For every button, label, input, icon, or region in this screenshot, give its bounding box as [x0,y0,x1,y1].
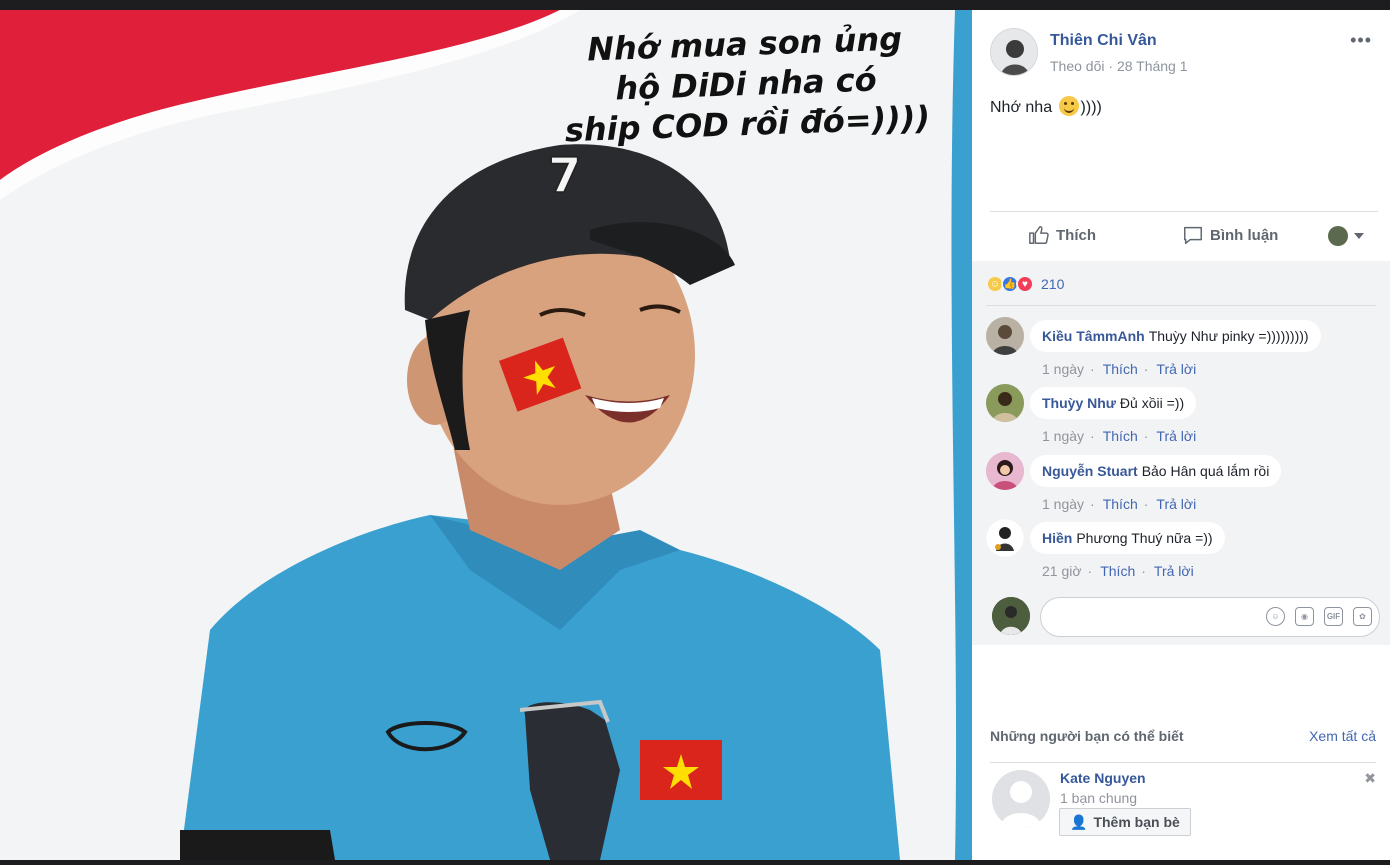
comment-like-link[interactable]: Thích [1103,428,1138,444]
author-name[interactable]: Thiên Chi Vân [1050,32,1157,50]
post-sidebar: Thiên Chi Vân Theo dõi · 28 Tháng 1 ••• … [972,10,1390,860]
camera-icon[interactable]: ◉ [1295,607,1314,626]
comment-like-link[interactable]: Thích [1100,563,1135,579]
person-avatar[interactable] [992,770,1050,828]
commenter-avatar[interactable] [986,384,1024,422]
comment-label: Bình luận [1210,226,1279,244]
post-actions: Thích Bình luận [990,211,1378,261]
meta-dot: · [1090,496,1095,512]
mutual-friends[interactable]: 1 bạn chung [1060,790,1137,806]
comment-text: Bảo Hân quá lắm rồi [1141,463,1270,479]
smile-emoji-icon [1058,96,1079,116]
close-icon[interactable]: ✖ [1364,770,1376,787]
meta-dot: · [1143,428,1149,444]
post-date[interactable]: 28 Tháng 1 [1117,58,1188,74]
reaction-count[interactable]: 210 [1041,276,1064,292]
person-name[interactable]: Kate Nguyen [1060,770,1146,786]
add-friend-icon: 👤 [1070,813,1088,830]
gif-icon[interactable]: GIF [1324,607,1343,626]
author-avatar[interactable] [990,28,1038,76]
sticker-icon[interactable]: ✿ [1353,607,1372,626]
comment-item: Nguyễn Stuart Bảo Hân quá lắm rồi 1 ngày ·… [986,452,1376,518]
see-all-link[interactable]: Xem tất cả [1309,728,1376,744]
meta-dot: · [1090,428,1095,444]
comment-meta: 1 ngày · Thích · Trả lời [1042,428,1196,444]
svg-text:7: 7 [548,148,581,204]
top-bar [0,0,1390,10]
post-photo[interactable]: 7 Nhớ mua son ủng hộ DiDi nha có ship CO… [0,10,972,860]
comment-text: Phương Thuý nữa =)) [1076,530,1213,546]
comment-button[interactable]: Bình luận [1182,224,1278,246]
commenter-avatar[interactable] [986,452,1024,490]
meta-dot: · [1087,563,1093,579]
meta-separator: · [1108,58,1117,74]
divider [990,762,1376,763]
comment-bubble: Thuỳy Như Đủ xồii =)) [1030,387,1197,419]
commenter-name[interactable]: Hiền [1042,530,1072,546]
suggestions-title: Những người bạn có thể biết [990,728,1184,744]
like-button[interactable]: Thích [1028,224,1096,246]
comment-text: Đủ xồii =)) [1119,395,1185,411]
add-friend-label: Thêm bạn bè [1093,814,1180,830]
comment-bubble: Nguyễn Stuart Bảo Hân quá lắm rồi [1030,455,1282,487]
comment-meta: 1 ngày · Thích · Trả lời [1042,361,1196,377]
comment-item: Kiều TâmmAnh Thuỳy Như pinky =))))))))) 1… [986,317,1376,383]
thumbs-up-icon [1029,226,1049,244]
comment-bubble: Kiều TâmmAnh Thuỳy Như pinky =))))))))) [1030,320,1321,352]
commenter-avatar[interactable] [986,519,1024,557]
comment-meta: 1 ngày · Thích · Trả lời [1042,496,1196,512]
comment-time[interactable]: 1 ngày [1042,496,1084,512]
commenter-name[interactable]: Nguyễn Stuart [1042,463,1138,479]
commenter-avatar[interactable] [986,317,1024,355]
audience-selector[interactable] [1328,226,1364,246]
commenter-name[interactable]: Kiều TâmmAnh [1042,328,1145,344]
people-you-may-know: Những người bạn có thể biết Xem tất cả K… [990,728,1376,836]
like-label: Thích [1056,226,1096,244]
more-options-icon[interactable]: ••• [1350,30,1372,51]
comment-meta: 21 giờ · Thích · Trả lời [1042,563,1194,579]
comment-text: Thuỳy Như pinky =))))))))) [1148,328,1309,344]
add-friend-button[interactable]: 👤 Thêm bạn bè [1059,808,1191,836]
comments-section: ☺ 👍 ♥ 210 Kiều TâmmAnh Thuỳy Như pinky =)… [972,261,1390,645]
post-text-start: Nhớ nha [990,99,1053,116]
post-text-end: )))) [1080,99,1102,116]
suggested-person: Kate Nguyen 1 bạn chung 👤 Thêm bạn bè ✖ [990,770,1378,850]
post-header: Thiên Chi Vân Theo dõi · 28 Tháng 1 ••• [990,28,1376,78]
comment-reply-link[interactable]: Trả lời [1154,563,1194,579]
post-meta: Theo dõi · 28 Tháng 1 [1050,58,1188,74]
comment-reply-link[interactable]: Trả lời [1156,428,1196,444]
meta-dot: · [1143,496,1149,512]
bottom-bar [0,860,1390,865]
viewer-avatar [992,597,1030,635]
divider [986,305,1376,306]
comment-reply-link[interactable]: Trả lời [1156,361,1196,377]
comment-time[interactable]: 1 ngày [1042,428,1084,444]
love-reaction-icon: ♥ [1016,275,1034,293]
viewer-avatar [1328,226,1348,246]
photo-caption: Nhớ mua son ủng hộ DiDi nha có ship COD … [554,17,938,150]
follow-link[interactable]: Theo dõi [1050,58,1104,74]
composer-icons: ☺ ◉ GIF ✿ [1266,607,1372,626]
commenter-name[interactable]: Thuỳy Như [1042,395,1116,411]
comment-icon [1184,226,1202,244]
comment-like-link[interactable]: Thích [1103,496,1138,512]
emoji-icon[interactable]: ☺ [1266,607,1285,626]
meta-dot: · [1141,563,1146,579]
comment-bubble: Hiền Phương Thuý nữa =)) [1030,522,1225,554]
comment-item: Hiền Phương Thuý nữa =)) 21 giờ · Thích · Trả… [986,519,1376,585]
comment-time[interactable]: 1 ngày [1042,361,1084,377]
reaction-summary[interactable]: ☺ 👍 ♥ 210 [986,271,1064,297]
post-text: Nhớ nha )))) [990,96,1102,117]
meta-dot: · [1090,361,1095,377]
chevron-down-icon [1354,233,1364,239]
meta-dot: · [1143,361,1149,377]
comment-time[interactable]: 21 giờ [1042,563,1082,579]
reply-composer: ☺ ◉ GIF ✿ [986,595,1380,637]
comment-item: Thuỳy Như Đủ xồii =)) 1 ngày · Thích · Trả lờ… [986,384,1376,450]
comment-reply-link[interactable]: Trả lời [1156,496,1196,512]
comment-like-link[interactable]: Thích [1103,361,1138,377]
